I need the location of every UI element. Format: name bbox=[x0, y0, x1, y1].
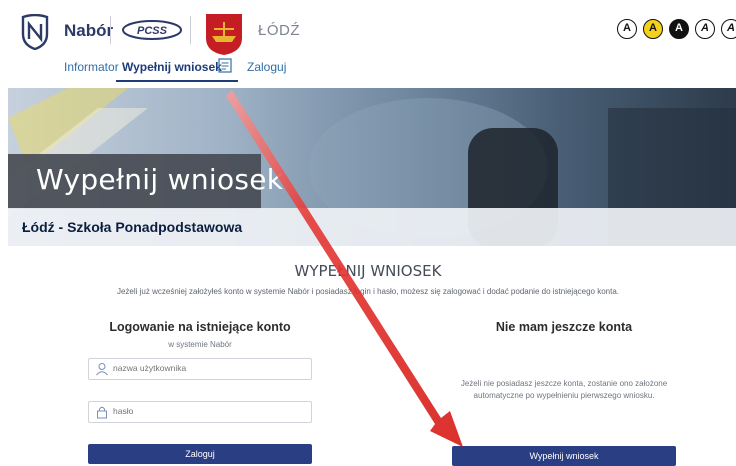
nabor-logo-icon bbox=[21, 14, 49, 50]
username-input[interactable] bbox=[111, 362, 310, 374]
brand-name[interactable]: Nabór bbox=[64, 21, 113, 41]
no-account-text-line2: automatyczne po wypełnieniu pierwszego w… bbox=[473, 391, 655, 400]
login-section-subtitle: w systemie Nabór bbox=[168, 340, 232, 349]
form-icon bbox=[218, 58, 232, 73]
font-size-large-button[interactable]: A bbox=[721, 19, 736, 39]
user-icon bbox=[96, 363, 108, 376]
password-field[interactable] bbox=[88, 401, 312, 423]
lock-icon bbox=[97, 406, 107, 419]
hero-subtitle: Łódź - Szkoła Ponadpodstawowa bbox=[22, 219, 243, 235]
active-nav-underline bbox=[116, 80, 238, 82]
login-button[interactable]: Zaloguj bbox=[88, 444, 312, 464]
contrast-dark-button[interactable]: A bbox=[669, 19, 689, 39]
city-name: ŁÓDŹ bbox=[258, 22, 301, 39]
form-title: WYPEŁNIJ WNIOSEK bbox=[294, 262, 442, 280]
password-input[interactable] bbox=[111, 405, 310, 417]
pcss-logo-icon: PCSS bbox=[122, 20, 182, 40]
nav-wypelnij-wniosek[interactable]: Wypełnij wniosek bbox=[122, 60, 222, 74]
font-size-button[interactable]: A bbox=[695, 19, 715, 39]
pcss-logo-text: PCSS bbox=[137, 25, 168, 37]
contrast-default-button[interactable]: A bbox=[617, 19, 637, 39]
fill-application-button[interactable]: Wypełnij wniosek bbox=[452, 446, 676, 466]
nav-informator[interactable]: Informator bbox=[64, 60, 119, 74]
hero-title: Wypełnij wniosek bbox=[36, 163, 284, 196]
username-field[interactable] bbox=[88, 358, 312, 380]
header-divider bbox=[110, 16, 111, 44]
contrast-yellow-button[interactable]: A bbox=[643, 19, 663, 39]
no-account-title: Nie mam jeszcze konta bbox=[495, 320, 633, 334]
nav-zaloguj[interactable]: Zaloguj bbox=[247, 60, 286, 74]
city-crest-icon bbox=[206, 14, 242, 55]
form-info-text: Jeżeli już wcześniej założyłeś konto w s… bbox=[116, 287, 620, 296]
no-account-text-line1: Jeżeli nie posiadasz jeszcze konta, zost… bbox=[460, 379, 668, 388]
login-section-title: Logowanie na istniejące konto bbox=[109, 320, 291, 334]
header-divider bbox=[190, 16, 191, 44]
